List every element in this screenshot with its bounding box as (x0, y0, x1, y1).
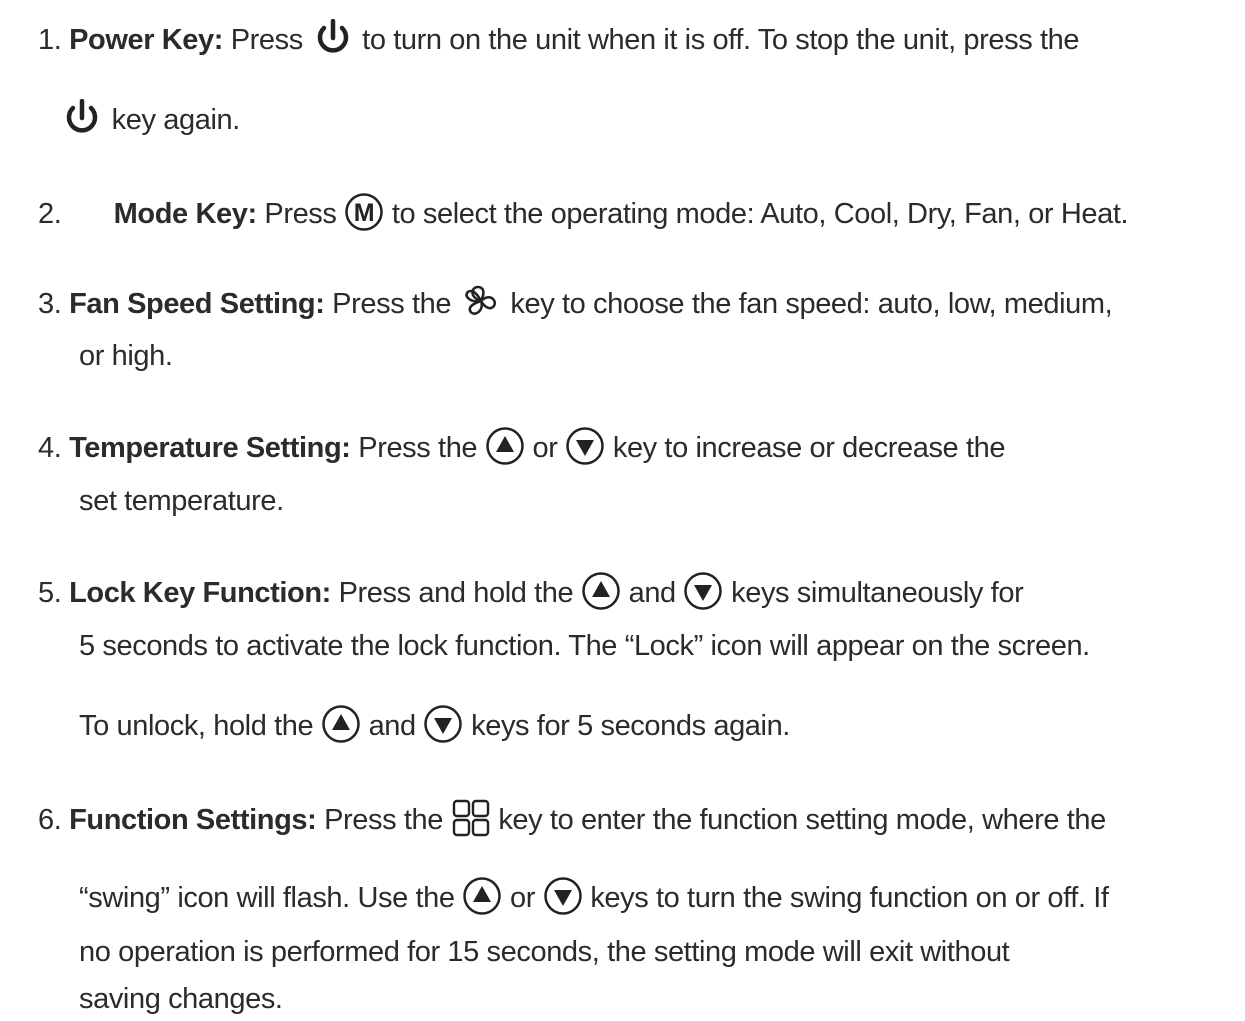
item-3-line-1: 3. Fan Speed Setting: Press the key to c… (38, 284, 1113, 324)
mode-m-icon: M (344, 192, 384, 232)
item-text: key to choose the fan speed: auto, low, … (510, 288, 1113, 320)
item-text: key again. (111, 104, 241, 136)
item-text: saving changes. (79, 983, 283, 1015)
arrow-down-circle-icon (543, 876, 583, 916)
item-3-line-2: or high. (79, 336, 173, 376)
item-title: Power Key: (69, 24, 224, 56)
power-icon (311, 19, 355, 57)
item-title: Temperature Setting: (69, 432, 351, 464)
item-6-line-3: no operation is performed for 15 seconds… (79, 932, 1010, 972)
svg-text:M: M (354, 199, 374, 227)
item-text: 5 seconds to activate the lock function.… (79, 630, 1090, 662)
function-grid-icon (451, 799, 491, 837)
arrow-up-circle-icon (462, 876, 502, 916)
item-number: 6. (38, 804, 62, 836)
item-text: or (532, 432, 558, 464)
item-text: key to enter the function setting mode, … (498, 804, 1106, 836)
arrow-down-circle-icon (683, 571, 723, 611)
item-5-line-3: To unlock, hold the and keys for 5 secon… (79, 704, 790, 746)
item-text: key to increase or decrease the (612, 432, 1006, 464)
arrow-down-circle-icon (423, 704, 463, 744)
item-number: 1. (38, 24, 62, 56)
item-text: and (628, 577, 677, 609)
arrow-down-circle-icon (565, 426, 605, 466)
item-number: 5. (38, 577, 62, 609)
item-text: Press (264, 198, 337, 230)
item-5-line-1: 5. Lock Key Function: Press and hold the… (38, 571, 1024, 613)
item-6-line-4: saving changes. (79, 979, 283, 1019)
fan-icon (459, 284, 503, 320)
arrow-up-circle-icon (485, 426, 525, 466)
item-text: to select the operating mode: Auto, Cool… (391, 198, 1129, 230)
item-1-line-2: key again. (60, 99, 241, 140)
item-text: keys for 5 seconds again. (471, 710, 790, 742)
arrow-up-circle-icon (321, 704, 361, 744)
item-number: 3. (38, 288, 62, 320)
item-text: and (368, 710, 417, 742)
power-icon (60, 99, 104, 137)
item-title: Function Settings: (69, 804, 317, 836)
item-number: 2. (38, 198, 62, 230)
item-text: Press (230, 24, 304, 56)
item-text: Press the (358, 432, 478, 464)
item-5-line-2: 5 seconds to activate the lock function.… (79, 626, 1090, 666)
item-4-line-2: set temperature. (79, 481, 284, 521)
item-text: keys to turn the swing function on or of… (590, 882, 1109, 914)
item-title: Lock Key Function: (69, 577, 331, 609)
item-2-line-1: 2. Mode Key: Press M to select the opera… (38, 192, 1129, 234)
item-text: Press and hold the (338, 577, 574, 609)
item-text: no operation is performed for 15 seconds… (79, 936, 1010, 968)
item-6-line-2: “swing” icon will flash. Use the or keys… (79, 876, 1109, 918)
item-text: or high. (79, 340, 173, 372)
item-4-line-1: 4. Temperature Setting: Press the or key… (38, 426, 1006, 468)
item-title: Mode Key: (113, 198, 257, 230)
item-text: Press the (324, 804, 443, 836)
item-text: set temperature. (79, 485, 284, 517)
item-text: keys simultaneously for (731, 577, 1024, 609)
item-text: “swing” icon will flash. Use the (79, 882, 455, 914)
item-number: 4. (38, 432, 62, 464)
item-6-line-1: 6. Function Settings: Press the key to e… (38, 800, 1106, 840)
item-text: or (509, 882, 535, 914)
arrow-up-circle-icon (581, 571, 621, 611)
item-title: Fan Speed Setting: (69, 288, 325, 320)
item-text: Press the (332, 288, 452, 320)
item-text: to turn on the unit when it is off. To s… (362, 24, 1080, 56)
item-text: To unlock, hold the (79, 710, 314, 742)
item-1-line-1: 1. Power Key: Press to turn on the unit … (38, 19, 1080, 60)
